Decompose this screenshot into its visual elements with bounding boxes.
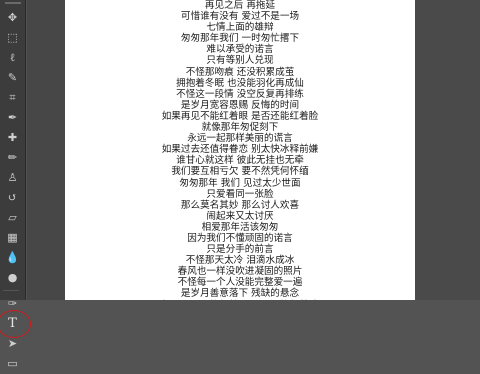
history-brush-tool-icon[interactable]: ↺ — [3, 188, 23, 207]
poem-line: 我们要互相亏欠 要不然凭何怀缅 — [65, 166, 415, 177]
brush-tool-icon[interactable]: ✏ — [3, 148, 23, 167]
type-tool-icon[interactable]: T — [3, 314, 23, 333]
poem-text: 再见之后 再拖延可惜谁有没有 爱过不是一场七情上面的雄辩匆匆那年我们 一时匆忙撂… — [65, 0, 415, 300]
poem-line: 可惜谁有没有 爱过不是一场 — [65, 11, 415, 22]
poem-line: 永远一起那样美丽的谎言 — [65, 133, 415, 144]
clone-stamp-tool-icon[interactable]: ♙ — [3, 168, 23, 187]
poem-line: 春风也一样没吹进凝固的照片 — [65, 266, 415, 277]
path-selection-tool-icon[interactable]: ➤ — [3, 334, 23, 353]
poem-line: 那么莫名其妙 那么讨人欢喜 — [65, 200, 415, 211]
shape-tool-icon[interactable]: ▭ — [3, 354, 23, 373]
eraser-tool-icon[interactable]: ▱ — [3, 208, 23, 227]
poem-line: 只爱看同一张脸 — [65, 189, 415, 200]
blur-tool-icon[interactable]: 💧 — [3, 248, 23, 267]
poem-line: 闹起来又太讨厌 — [65, 211, 415, 222]
poem-line: 再见之后 再拖延 — [65, 0, 415, 11]
poem-line: 谁甘心就这样 彼此无挂也无牵 — [65, 155, 415, 166]
poem-line: 匆匆那年我们 一时匆忙撂下 — [65, 33, 415, 44]
poem-line: 如果再见不能红着眼 是否还能红着脸 — [65, 111, 415, 122]
poem-line: 七情上面的雄辩 — [65, 22, 415, 33]
poem-line: 就像那年匆促刻下 — [65, 122, 415, 133]
lasso-tool-icon[interactable]: ℓ — [3, 48, 23, 67]
poem-line: 只有等别人兑现 — [65, 55, 415, 66]
move-tool-icon[interactable]: ✥ — [3, 8, 23, 27]
poem-line: 匆匆那年 我们 见过太少世面 — [65, 178, 415, 189]
poem-line: 不怪这一段情 没空反复再排练 — [65, 89, 415, 100]
tools-panel: ✥⬚ℓ✎⌗✒✚✏♙↺▱▦💧●✑T➤▭ — [0, 0, 26, 300]
document-canvas[interactable]: 再见之后 再拖延可惜谁有没有 爱过不是一场七情上面的雄辩匆匆那年我们 一时匆忙撂… — [65, 0, 415, 300]
poem-line: 因为我们不懂顽固的诺言 — [65, 233, 415, 244]
quick-select-tool-icon[interactable]: ✎ — [3, 68, 23, 87]
eyedropper-tool-icon[interactable]: ✒ — [3, 108, 23, 127]
marquee-tool-icon[interactable]: ⬚ — [3, 28, 23, 47]
dodge-tool-icon[interactable]: ● — [3, 268, 23, 287]
poem-line: 不怪那吻痕 还没积累成茧 — [65, 67, 415, 78]
poem-line: 相爱那年活该匆匆 — [65, 222, 415, 233]
poem-line: 不怪那天太冷 泪滴水成冰 — [65, 255, 415, 266]
tool-list: ✥⬚ℓ✎⌗✒✚✏♙↺▱▦💧●✑T➤▭ — [3, 7, 23, 374]
crop-tool-icon[interactable]: ⌗ — [3, 88, 23, 107]
poem-line: 拥抱着冬眠 也没能羽化再成仙 — [65, 78, 415, 89]
poem-line: 是岁月宽容恩赐 反悔的时间 — [65, 100, 415, 111]
healing-brush-tool-icon[interactable]: ✚ — [3, 128, 23, 147]
poem-line: 不怪每一个人没能完整爱一遍 — [65, 277, 415, 288]
poem-line: 是岁月善意落下 残缺的悬念 — [65, 288, 415, 299]
poem-line: 只是分手的前言 — [65, 244, 415, 255]
panel-grip[interactable] — [5, 2, 21, 4]
poem-line: 如果过去还值得眷恋 别太快冰释前嫌 — [65, 144, 415, 155]
workspace-background-left — [27, 0, 65, 300]
gradient-tool-icon[interactable]: ▦ — [3, 228, 23, 247]
toolbar-separator — [3, 290, 19, 291]
workspace-background-right — [415, 0, 480, 300]
poem-line: 难以承受的诺言 — [65, 44, 415, 55]
